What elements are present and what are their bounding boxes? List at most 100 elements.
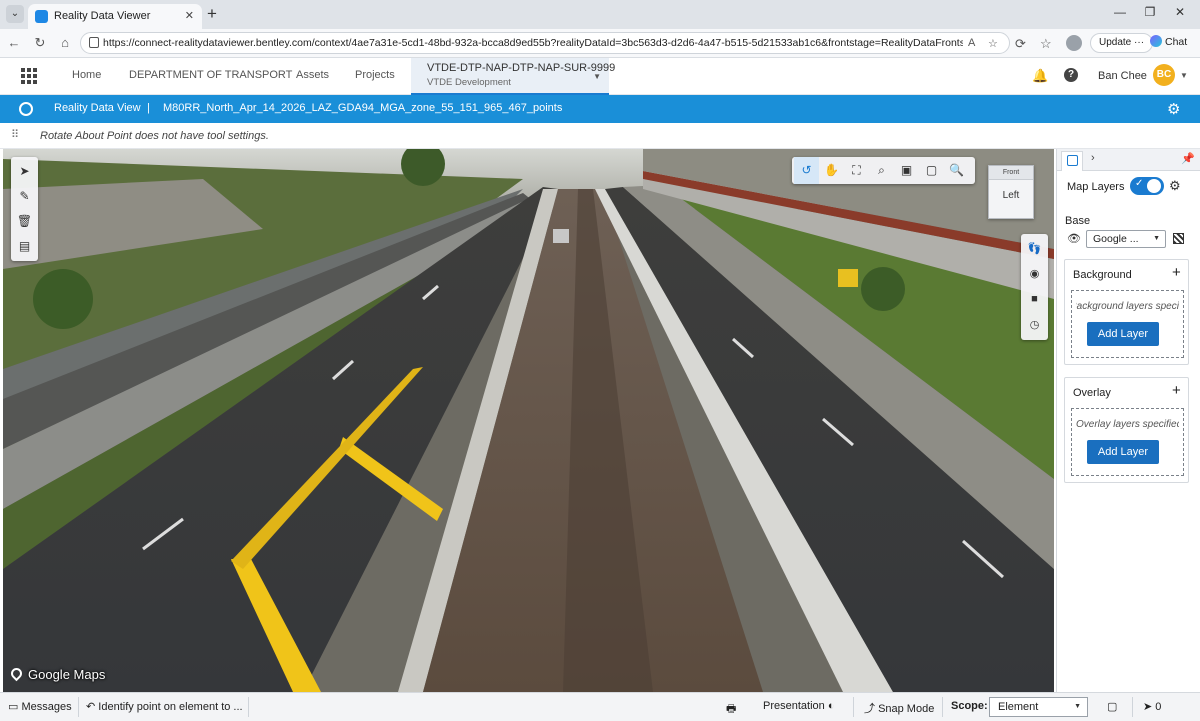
zoom-window-icon[interactable]: ⌕ [869, 157, 894, 184]
profile-icon[interactable] [1066, 35, 1082, 51]
navcube-top-face[interactable]: Front [989, 166, 1033, 180]
home-icon[interactable]: ⌂ [57, 35, 73, 50]
map-layers-toggle[interactable]: ✓ [1130, 177, 1164, 195]
reality-data-logo-icon [19, 102, 33, 116]
add-background-layer-button[interactable]: Add Layer [1087, 322, 1159, 346]
nav-department[interactable]: DEPARTMENT OF TRANSPORT [129, 69, 292, 81]
title-separator: | [147, 102, 150, 114]
divider [78, 697, 79, 717]
minimize-icon[interactable]: — [1110, 5, 1130, 19]
scope-select[interactable]: Element ▼ [989, 697, 1088, 717]
messages-label: Messages [21, 701, 72, 713]
nav-assets[interactable]: Assets [296, 69, 329, 81]
favorite-star-icon[interactable]: ☆ [988, 37, 998, 50]
favorites-icon[interactable]: ☆ [1040, 36, 1052, 52]
add-overlay-layer-button[interactable]: Add Layer [1087, 440, 1159, 464]
snap-mode-label: Snap Mode [878, 703, 935, 715]
overlay-drop-zone: Overlay layers specified Add Layer [1071, 408, 1184, 476]
add-overlay-plus-icon[interactable]: + [1172, 382, 1181, 399]
favicon-icon [35, 10, 48, 23]
new-tab-button[interactable]: + [207, 4, 217, 24]
eye-icon[interactable]: 👁 [1067, 232, 1081, 245]
avatar[interactable]: BC [1153, 64, 1175, 86]
gear-icon[interactable]: ⚙ [1167, 100, 1180, 118]
tab-close-icon[interactable]: ✕ [185, 9, 194, 22]
scope-label: Scope: [951, 700, 988, 712]
window-icon[interactable]: ▢ [1107, 700, 1117, 713]
update-button[interactable]: Update ··· [1090, 33, 1154, 53]
base-label: Base [1065, 215, 1091, 227]
map-layers-panel: › 📌 Map Layers ✓ ⚙ Base 👁 Google ... ▼ B… [1056, 149, 1200, 692]
background-drop-zone: Background layers specified Add Layer [1071, 290, 1184, 358]
overlay-hint: Overlay layers specified [1076, 419, 1179, 430]
zoom-icon[interactable]: 🔍 [944, 157, 969, 184]
select-arrow-icon[interactable]: ➤ [11, 159, 38, 184]
selection-count-button[interactable]: ➤ 0 [1143, 700, 1161, 713]
add-background-plus-icon[interactable]: + [1172, 264, 1181, 281]
panel-tabs: › 📌 [1057, 149, 1200, 171]
back-icon[interactable]: ← [6, 35, 22, 50]
rotate-icon[interactable]: ↺ [794, 157, 819, 184]
map-layers-tab[interactable] [1061, 151, 1083, 171]
app-launcher-icon[interactable] [21, 68, 37, 84]
background-hint: Background layers specified [1076, 301, 1179, 312]
transparency-icon[interactable] [1173, 233, 1184, 244]
pencil-icon[interactable]: ✎ [11, 184, 38, 209]
help-icon[interactable]: ? [1064, 68, 1078, 82]
3d-viewport[interactable]: ➤ ✎ 🗑 ▤ ↺ ✋ ⛶ ⌕ ▣ ▢ 🔍 Front Left 👣 ◉ ■ ◷… [3, 149, 1054, 692]
drag-handle-icon[interactable]: ⠿ [11, 128, 19, 141]
fit-view-icon[interactable]: ⛶ [844, 157, 869, 184]
toggle-knob [1147, 179, 1161, 193]
pin-icon[interactable]: 📌 [1181, 152, 1195, 165]
chevron-down-icon[interactable]: ▼ [1180, 71, 1188, 80]
url-text[interactable]: https://connect-realitydataviewer.bentle… [103, 37, 963, 49]
delete-icon[interactable]: 🗑 [11, 209, 38, 234]
url-field[interactable]: https://connect-realitydataviewer.bentle… [80, 32, 1010, 54]
tab-actions-icon[interactable]: ⌄ [6, 5, 24, 23]
window-area-icon[interactable]: ▣ [894, 157, 919, 184]
presentation-button[interactable]: Presentation ◐ [763, 700, 834, 712]
refresh-icon[interactable]: ↻ [32, 35, 48, 51]
chevron-right-icon[interactable]: › [1091, 152, 1095, 164]
left-tool-strip: ➤ ✎ 🗑 ▤ [11, 157, 38, 261]
project-selector[interactable]: VTDE-DTP-NAP-DTP-NAP-SUR-9999 VTDE Devel… [411, 58, 615, 95]
lock-icon [89, 37, 99, 48]
tool-prompt: ↶ Identify point on element to ... [86, 701, 243, 713]
divider [853, 697, 854, 717]
view-name: Reality Data View [54, 102, 141, 114]
point-cloud-scene[interactable] [3, 149, 1054, 692]
browser-address-bar: ← ↻ ⌂ https://connect-realitydataviewer.… [0, 29, 1200, 58]
look-icon[interactable]: ◉ [1021, 261, 1048, 287]
walk-icon[interactable]: 👣 [1021, 236, 1048, 262]
navigation-cube[interactable]: Front Left [988, 165, 1034, 219]
close-window-icon[interactable]: ✕ [1170, 5, 1190, 19]
user-name[interactable]: Ban Chee [1098, 70, 1147, 82]
base-map-select[interactable]: Google ... ▼ [1086, 230, 1166, 248]
camera-icon[interactable]: ■ [1021, 286, 1048, 312]
selection-count: 0 [1155, 701, 1162, 713]
extensions-icon[interactable]: ⟳ [1015, 36, 1026, 52]
measure-icon[interactable]: ▤ [11, 234, 38, 259]
restore-icon[interactable]: ❐ [1140, 5, 1160, 19]
clock-icon[interactable]: ◷ [1021, 312, 1048, 338]
view-navigation-toolbar: ↺ ✋ ⛶ ⌕ ▣ ▢ 🔍 [792, 157, 975, 184]
nav-projects[interactable]: Projects [355, 69, 395, 81]
view-undo-icon[interactable]: ▢ [919, 157, 944, 184]
printer-icon[interactable]: 🖶 [726, 700, 736, 719]
read-aloud-icon[interactable]: A [968, 37, 975, 49]
presentation-label: Presentation [763, 700, 825, 712]
browser-tab[interactable]: Reality Data Viewer ✕ [28, 4, 202, 29]
browser-tab-bar: ⌄ Reality Data Viewer ✕ + — ❐ ✕ [0, 0, 1200, 29]
notifications-icon[interactable]: 🔔 [1032, 68, 1048, 84]
copilot-chat-button[interactable]: Chat [1150, 35, 1187, 48]
gear-icon[interactable]: ⚙ [1169, 178, 1181, 194]
project-name: VTDE-DTP-NAP-DTP-NAP-SUR-9999 [427, 62, 616, 74]
snap-mode-button[interactable]: ⤴ Snap Mode [864, 700, 934, 716]
divider [1132, 697, 1133, 717]
messages-button[interactable]: ▭ Messages [8, 700, 72, 713]
nav-home[interactable]: Home [72, 69, 101, 81]
navcube-left-face[interactable]: Left [989, 190, 1033, 201]
right-tool-strip: 👣 ◉ ■ ◷ [1021, 234, 1048, 340]
app-header: Home DEPARTMENT OF TRANSPORT Assets Proj… [0, 58, 1200, 95]
pan-hand-icon[interactable]: ✋ [819, 157, 844, 184]
